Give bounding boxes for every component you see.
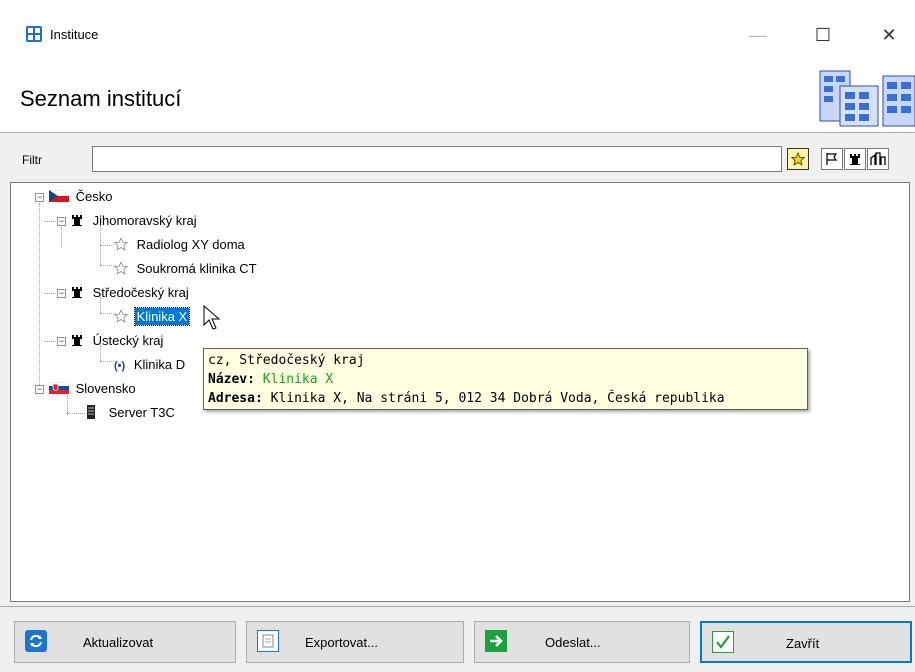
tree-node-ustecky-kraj[interactable]: Ústecký kraj xyxy=(71,331,163,351)
tree-node-label: Ústecký kraj xyxy=(92,333,164,348)
star-outline-icon xyxy=(113,308,129,323)
country-filter-button[interactable] xyxy=(821,148,843,170)
close-label: Zavřít xyxy=(786,636,820,651)
mouse-cursor-icon xyxy=(203,305,221,330)
tree-node-label: Radiolog XY doma xyxy=(136,237,245,252)
buildings-icon xyxy=(819,70,915,127)
tree-node-label: Jihomoravský kraj xyxy=(92,213,197,228)
tree-node-radiolog-xy-doma[interactable]: Radiolog XY doma xyxy=(113,235,245,255)
filter-input[interactable] xyxy=(92,146,782,172)
filter-row: Filtr xyxy=(0,140,915,180)
tooltip-address-value: Klinika X, Na stráni 5, 012 34 Dobrá Vod… xyxy=(270,391,725,406)
castle-icon xyxy=(72,287,82,298)
castle-icon xyxy=(850,154,860,165)
tree-node-jihomoravsky-kraj[interactable]: Jihomoravský kraj xyxy=(71,211,197,231)
tooltip-address-row: Adresa: Klinika X, Na stráni 5, 012 34 D… xyxy=(208,389,803,408)
tree-node-slovensko[interactable]: Slovensko xyxy=(48,379,136,399)
arrow-right-icon xyxy=(485,630,507,652)
close-window-button[interactable]: ✕ xyxy=(866,16,912,54)
collapse-toggle[interactable]: − xyxy=(57,217,66,226)
star-icon xyxy=(791,152,805,166)
tree-node-label: Klinika X xyxy=(133,307,191,326)
tooltip-name-row: Název: Klinika X xyxy=(208,370,803,389)
flag-icon xyxy=(826,153,838,165)
tree-node-label: Server T3C xyxy=(108,405,175,420)
close-button[interactable]: Zavřít xyxy=(700,621,912,663)
tree-node-klinika-d[interactable]: (•) Klinika D xyxy=(114,355,185,375)
castle-icon xyxy=(72,335,82,346)
tree-line xyxy=(67,413,85,414)
tooltip-name-label: Název: xyxy=(208,372,255,387)
buildings-small-icon xyxy=(870,152,886,165)
tree-node-label: Soukromá klinika CT xyxy=(136,261,257,276)
tree-line xyxy=(100,361,114,362)
tooltip-location: cz, Středočeský kraj xyxy=(208,353,365,368)
button-bar: Aktualizovat Exportovat... Odeslat... Za… xyxy=(0,606,915,672)
tree-node-stredocesky-kraj[interactable]: Středočeský kraj xyxy=(71,283,189,303)
favorites-filter-button[interactable] xyxy=(787,148,809,170)
tree-line xyxy=(100,245,114,246)
tree-node-label: Středočeský kraj xyxy=(92,285,189,300)
minimize-button[interactable]: — xyxy=(735,16,781,54)
app-grid-icon xyxy=(26,26,42,42)
tree-node-label: Klinika D xyxy=(133,357,186,372)
tree-node-cesko[interactable]: Česko xyxy=(48,187,113,207)
castle-icon xyxy=(72,215,82,226)
refresh-icon xyxy=(25,630,47,652)
collapse-toggle[interactable]: − xyxy=(35,193,44,202)
refresh-label: Aktualizovat xyxy=(83,635,154,650)
export-document-icon xyxy=(257,630,279,652)
export-button[interactable]: Exportovat... xyxy=(246,621,464,663)
czech-flag-icon xyxy=(48,189,70,202)
tree-node-server-t3c[interactable]: Server T3C xyxy=(85,403,175,423)
star-outline-icon xyxy=(113,236,129,251)
institution-tooltip: cz, Středočeský kraj Název: Klinika X Ad… xyxy=(203,348,808,410)
region-filter-button[interactable] xyxy=(844,148,866,170)
filter-label: Filtr xyxy=(22,153,42,167)
tree-node-soukroma-klinika-ct[interactable]: Soukromá klinika CT xyxy=(113,259,257,279)
collapse-toggle[interactable]: − xyxy=(35,385,44,394)
export-label: Exportovat... xyxy=(305,635,378,650)
tree-line xyxy=(39,203,40,391)
checkmark-icon xyxy=(712,631,734,653)
tree-line xyxy=(61,227,62,247)
tree-node-klinika-x[interactable]: Klinika X xyxy=(113,307,191,327)
tree-node-label: Česko xyxy=(75,189,113,204)
institution-filter-button[interactable] xyxy=(867,148,889,170)
page-title: Seznam institucí xyxy=(20,86,182,111)
tooltip-name-value: Klinika X xyxy=(262,372,334,387)
title-bar: Instituce — ☐ ✕ xyxy=(0,0,915,60)
star-outline-icon xyxy=(113,260,129,275)
radio-signal-icon: (•) xyxy=(114,360,126,372)
tree-node-label: Slovensko xyxy=(75,381,136,396)
slovak-flag-icon xyxy=(48,381,70,394)
tree-line xyxy=(100,313,114,314)
window-title: Instituce xyxy=(50,27,99,42)
send-button[interactable]: Odeslat... xyxy=(474,621,690,663)
collapse-toggle[interactable]: − xyxy=(57,337,66,346)
tooltip-address-label: Adresa: xyxy=(208,391,263,406)
server-icon xyxy=(87,405,95,419)
tree-line xyxy=(100,265,114,266)
collapse-toggle[interactable]: − xyxy=(57,289,66,298)
header: Seznam institucí xyxy=(0,60,915,133)
refresh-button[interactable]: Aktualizovat xyxy=(14,621,236,663)
maximize-button[interactable]: ☐ xyxy=(800,16,846,54)
send-label: Odeslat... xyxy=(545,635,601,650)
